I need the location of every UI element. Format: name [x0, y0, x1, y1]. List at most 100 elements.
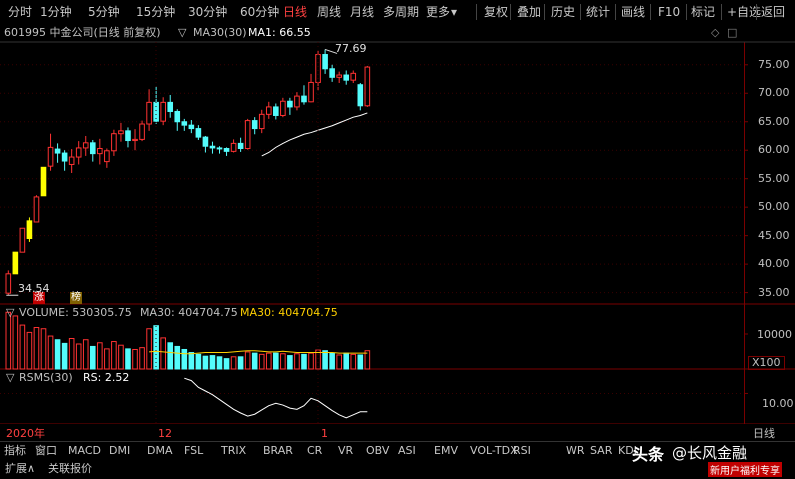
- period-tab-0[interactable]: 分时: [8, 3, 32, 21]
- volume-bar: [174, 345, 181, 370]
- expand-button[interactable]: 扩展∧: [5, 462, 35, 476]
- action-button-8[interactable]: 返回: [761, 3, 785, 21]
- price-tick-label: 45.00: [758, 228, 790, 242]
- price-tick-label: 40.00: [758, 257, 790, 271]
- candle-body: [209, 145, 216, 149]
- volume-expand-icon[interactable]: ▽: [6, 306, 14, 320]
- action-button-5[interactable]: F10: [658, 3, 680, 21]
- toolbar-separator: [721, 4, 722, 20]
- related-quotes-button[interactable]: 关联报价: [48, 462, 92, 476]
- volume-bar: [104, 348, 110, 370]
- period-tab-1[interactable]: 1分钟: [40, 3, 72, 21]
- indicator-tab-0[interactable]: 指标: [4, 443, 26, 459]
- volume-bar: [265, 352, 272, 370]
- volume-y-tick: 10000: [757, 328, 792, 341]
- volume-bar: [216, 356, 223, 370]
- price-tick-label: 70.00: [758, 86, 790, 100]
- volume-bar: [82, 339, 89, 370]
- indicator-tab-4[interactable]: DMA: [147, 443, 173, 459]
- indicator-tab-7[interactable]: BRAR: [263, 443, 293, 459]
- volume-bar: [357, 354, 364, 370]
- indicator-tab-3[interactable]: DMI: [109, 443, 130, 459]
- indicator-tab-5[interactable]: FSL: [184, 443, 203, 459]
- indicator-tab-1[interactable]: 窗口: [35, 443, 57, 459]
- indicator-tab-2[interactable]: MACD: [68, 443, 101, 459]
- action-button-3[interactable]: 统计: [586, 3, 610, 21]
- more-dropdown-icon[interactable]: ▾: [451, 3, 457, 21]
- indicator-tab-10[interactable]: OBV: [366, 443, 389, 459]
- indicator-tab-14[interactable]: RSI: [513, 443, 531, 459]
- indicator-tab-11[interactable]: ASI: [398, 443, 416, 459]
- candle-body: [294, 95, 300, 108]
- indicator-tab-12[interactable]: EMV: [434, 443, 458, 459]
- volume-bar: [244, 351, 251, 370]
- candle-body: [19, 227, 26, 253]
- price-tick-label: 55.00: [758, 171, 790, 185]
- period-tab-6[interactable]: 日线: [283, 3, 307, 21]
- candle-body: [244, 120, 251, 150]
- volume-bar: [336, 354, 342, 370]
- volume-bar: [5, 311, 12, 370]
- watermark-promo: 新用户福利专享: [708, 462, 782, 477]
- action-button-6[interactable]: 标记: [691, 3, 715, 21]
- volume-bar: [209, 355, 216, 370]
- candle-body: [160, 101, 166, 122]
- volume-bar: [308, 352, 314, 370]
- indicator-tab-8[interactable]: CR: [307, 443, 322, 459]
- watermark-author: @长风金融: [672, 444, 748, 462]
- period-tab-2[interactable]: 5分钟: [88, 3, 120, 21]
- candle-body: [258, 113, 265, 130]
- period-toolbar: 分时 1分钟 5分钟 15分钟 30分钟 60分钟 日线 周线 月线 多周期 更多 ▾ 复权 叠加 历史 统计…: [0, 0, 795, 24]
- volume-bar: [167, 342, 174, 370]
- candle-body: [111, 133, 117, 152]
- candle-body: [343, 74, 350, 81]
- volume-bar: [322, 350, 328, 370]
- volume-bar: [195, 353, 202, 370]
- period-tab-10[interactable]: 更多: [426, 3, 450, 21]
- volume-bar: [12, 315, 19, 370]
- period-tab-4[interactable]: 30分钟: [188, 3, 227, 21]
- volume-bar: [111, 341, 117, 370]
- indicator-tab-16[interactable]: SAR: [590, 443, 612, 459]
- indicator-tab-6[interactable]: TRIX: [221, 443, 246, 459]
- volume-bar: [280, 353, 286, 370]
- action-button-1[interactable]: 叠加: [517, 3, 541, 21]
- period-tab-8[interactable]: 月线: [350, 3, 374, 21]
- indicator-tab-9[interactable]: VR: [338, 443, 353, 459]
- indicator-tab-15[interactable]: WR: [566, 443, 585, 459]
- volume-bar: [188, 352, 195, 370]
- candle-body: [265, 106, 272, 115]
- indicator-tab-13[interactable]: VOL-TDX: [470, 443, 518, 459]
- volume-bar: [251, 352, 258, 370]
- volume-bar: [146, 328, 152, 370]
- period-tab-9[interactable]: 多周期: [383, 3, 419, 21]
- volume-bar: [230, 356, 237, 370]
- volume-bar: [343, 352, 350, 370]
- kline-chart[interactable]: [0, 24, 795, 424]
- action-button-4[interactable]: 画线: [621, 3, 645, 21]
- candle-body: [54, 148, 61, 154]
- action-button-0[interactable]: 复权: [484, 3, 508, 21]
- toolbar-separator: [544, 4, 545, 20]
- period-tab-3[interactable]: 15分钟: [136, 3, 175, 21]
- candle-body: [125, 130, 131, 142]
- watermark-brand: 头条: [632, 445, 665, 464]
- candle-body: [118, 130, 124, 135]
- volume-bar: [40, 328, 47, 370]
- candle-body: [167, 101, 174, 112]
- ranking-tag: 榜: [70, 292, 82, 304]
- volume-ma-label: MA30: 404704.75: [140, 306, 238, 319]
- volume-bar: [294, 353, 300, 370]
- candle-body: [322, 54, 328, 70]
- candle-body: [132, 138, 138, 142]
- rsms-expand-icon[interactable]: ▽: [6, 371, 14, 385]
- action-button-2[interactable]: 历史: [551, 3, 575, 21]
- period-tab-5[interactable]: 60分钟: [240, 3, 279, 21]
- price-tick-label: 35.00: [758, 285, 790, 299]
- period-tab-7[interactable]: 周线: [317, 3, 341, 21]
- date-month-12-label: 12: [158, 427, 172, 440]
- candle-body: [188, 124, 195, 130]
- volume-bar: [33, 327, 40, 370]
- volume-bar: [47, 335, 54, 370]
- volume-bar: [75, 343, 82, 370]
